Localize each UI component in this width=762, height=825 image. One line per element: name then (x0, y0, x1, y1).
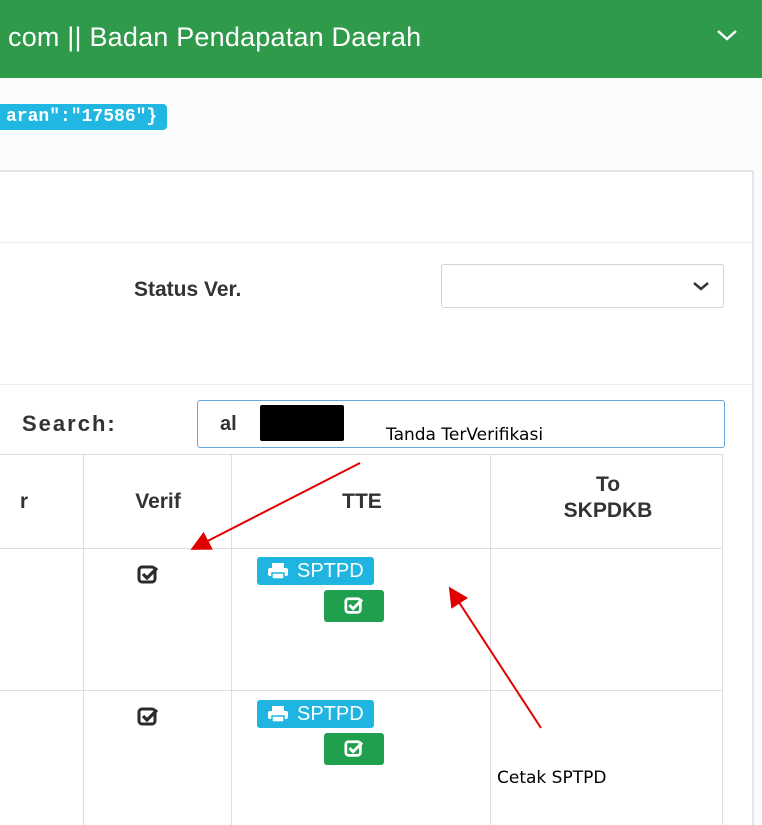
annotation-arrows (190, 462, 542, 729)
arrow-to-verif (190, 462, 361, 550)
app-page: com || Badan Pendapatan Daerah aran":"17… (0, 0, 762, 825)
arrow-to-sptpd (448, 586, 542, 729)
